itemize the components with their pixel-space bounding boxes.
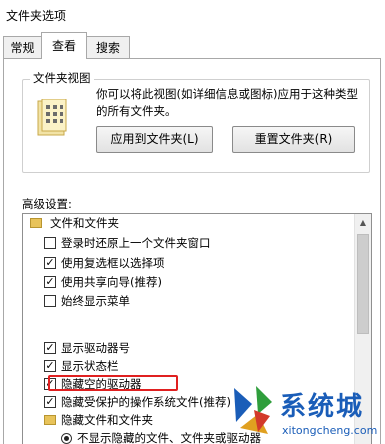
tab-view[interactable]: 查看	[41, 32, 87, 59]
list-item-label: 显示状态栏	[61, 359, 119, 373]
checkbox-icon[interactable]	[44, 237, 56, 249]
tab-strip: 常规 查看 搜索	[0, 30, 385, 59]
list-item-label: 文件和文件夹	[50, 216, 119, 230]
checkbox-icon[interactable]	[44, 295, 56, 307]
scroll-up-icon[interactable]: ▲	[355, 214, 371, 231]
list-item-label: 隐藏受保护的操作系统文件(推荐)	[61, 395, 231, 409]
folder-icon	[44, 415, 56, 425]
folder-views-icon	[37, 99, 67, 136]
watermark: 系统城 xitongcheng.com	[228, 384, 385, 444]
title-bar: 文件夹选项	[0, 0, 385, 30]
radio-selected-icon[interactable]	[61, 433, 72, 444]
checkbox-checked-icon[interactable]: ✓	[44, 276, 56, 288]
window-title: 文件夹选项	[6, 9, 67, 23]
checkbox-checked-icon[interactable]: ✓	[44, 342, 56, 354]
list-item-label: 使用复选框以选择项	[61, 256, 165, 270]
list-item-label: 始终显示菜单	[61, 294, 130, 308]
tab-general[interactable]: 常规	[3, 36, 42, 58]
folder-views-legend: 文件夹视图	[30, 70, 94, 86]
watermark-logo-icon	[234, 386, 272, 434]
folder-icon	[30, 218, 42, 228]
list-item-label: 显示驱动器号	[61, 341, 130, 355]
list-item-label: 登录时还原上一个文件夹窗口	[61, 236, 211, 250]
scroll-thumb[interactable]	[357, 234, 369, 334]
advanced-settings-label: 高级设置:	[22, 197, 72, 211]
watermark-title: 系统城	[280, 392, 365, 422]
folder-views-description: 你可以将此视图(如详细信息或图标)应用于这种类型的所有文件夹。	[96, 87, 358, 118]
checkbox-checked-icon[interactable]: ✓	[44, 360, 56, 372]
reset-folders-button[interactable]: 重置文件夹(R)	[232, 126, 355, 153]
highlight-box	[48, 375, 178, 391]
list-item-label: 隐藏文件和文件夹	[61, 413, 153, 427]
checkbox-checked-icon[interactable]: ✓	[44, 257, 56, 269]
watermark-url: xitongcheng.com	[282, 424, 378, 437]
checkbox-checked-icon[interactable]: ✓	[44, 396, 56, 408]
list-item-label: 使用共享向导(推荐)	[61, 275, 162, 289]
apply-to-folders-button[interactable]: 应用到文件夹(L)	[96, 126, 213, 153]
tab-search[interactable]: 搜索	[86, 36, 130, 58]
